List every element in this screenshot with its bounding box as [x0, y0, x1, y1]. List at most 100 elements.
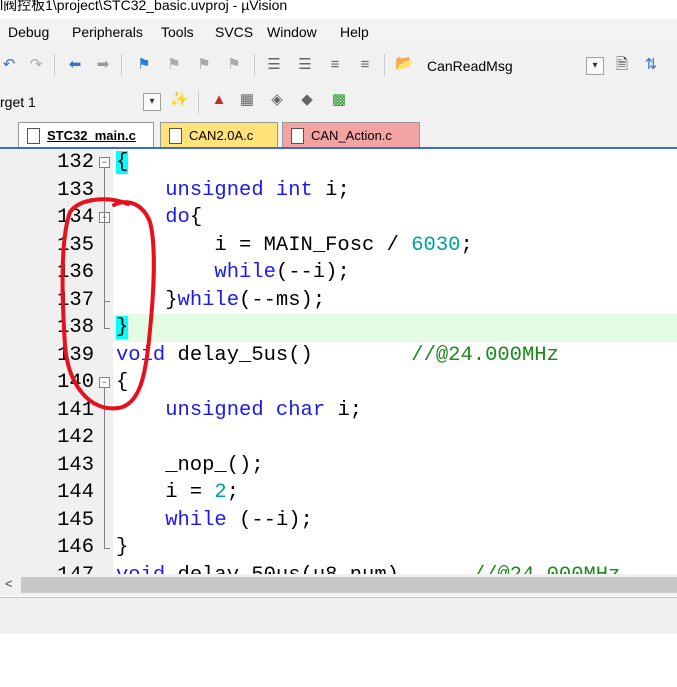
code-line: 137 }while(--ms); — [0, 286, 677, 315]
code-text: void delay_5us() //@24.000MHz — [116, 342, 559, 370]
code-token: i; — [312, 178, 350, 202]
fold-collapse-icon[interactable]: − — [99, 377, 110, 388]
code-line: 133 unsigned int i; — [0, 177, 677, 205]
code-line: 143 _nop_(); — [0, 452, 677, 480]
uncomment-icon[interactable]: ≡ — [356, 56, 374, 74]
toolbar-separator — [54, 54, 55, 76]
code-token: (--i); — [226, 508, 313, 532]
scrollbar-thumb[interactable] — [21, 577, 677, 593]
code-token: unsigned int — [165, 178, 313, 202]
code-line: 138} — [0, 314, 677, 342]
build-toolbar: rget 1 ▾ ✨ ▲ ▦ ◈ ◆ ▩ — [0, 86, 677, 119]
toolbar-separator — [254, 54, 255, 76]
menu-svcs[interactable]: SVCS — [215, 24, 253, 40]
code-token: } — [116, 316, 129, 339]
fold-end-marker — [104, 548, 110, 549]
window-title: l阀控板1\project\STC32_basic.uvproj - µVisi… — [0, 0, 288, 13]
line-number: 145 — [57, 508, 94, 532]
bookmark-toggle-icon[interactable]: ⚑ — [135, 56, 153, 74]
code-token: { — [116, 371, 129, 394]
redo-icon[interactable]: ↷ — [27, 56, 45, 74]
pack-installer-icon[interactable]: ◈ — [268, 91, 286, 109]
unindent-icon[interactable]: ☰ — [296, 56, 314, 74]
menu-debug[interactable]: Debug — [8, 24, 49, 40]
bookmark-prev-icon[interactable]: ⚑ — [165, 56, 183, 74]
line-number: 137 — [57, 288, 94, 312]
code-text: }while(--ms); — [116, 287, 325, 315]
find-icon[interactable]: 🗎 — [613, 56, 631, 74]
code-line: 140−{ — [0, 369, 677, 397]
comment-icon[interactable]: ≡ — [326, 56, 344, 74]
file-icon — [169, 128, 182, 144]
code-text: while(--i); — [116, 259, 350, 287]
code-line: 145 while (--i); — [0, 507, 677, 535]
code-line: 142 — [0, 424, 677, 452]
code-token: ; — [460, 233, 473, 257]
code-token: delay_5us() — [165, 343, 412, 367]
options-wand-icon[interactable]: ✨ — [170, 91, 189, 109]
line-number: 136 — [57, 261, 94, 284]
menu-tools[interactable]: Tools — [161, 24, 194, 40]
select-packs-icon[interactable]: ◆ — [298, 91, 316, 109]
target-combo-dropdown-icon[interactable]: ▾ — [143, 93, 161, 111]
code-token: void — [116, 564, 165, 575]
code-token: { — [189, 206, 203, 229]
scroll-left-icon[interactable]: < — [5, 576, 13, 591]
code-line: 139 void delay_5us() //@24.000MHz — [0, 342, 677, 370]
code-text: unsigned char i; — [116, 397, 362, 425]
horizontal-scrollbar[interactable]: < — [0, 574, 677, 596]
code-editor[interactable]: 132−{133 unsigned int i;134− do{135 i = … — [0, 149, 677, 574]
code-token: ; — [226, 481, 240, 504]
line-number: 140 — [57, 371, 94, 394]
find-in-files-icon[interactable]: 📂 — [395, 55, 414, 73]
code-token: 6030 — [411, 233, 461, 257]
code-line: 135 i = MAIN_Fosc / 6030; — [0, 232, 677, 260]
undo-icon[interactable]: ↶ — [0, 56, 18, 74]
bookmark-clear-icon[interactable]: ⚑ — [225, 56, 243, 74]
code-token: 2 — [214, 481, 227, 504]
file-extensions-icon[interactable]: ▦ — [238, 91, 256, 109]
code-text: { — [116, 369, 128, 397]
tab-can2-0a[interactable]: CAN2.0A.c — [160, 122, 278, 147]
line-number: 134 — [57, 206, 94, 229]
fold-collapse-icon[interactable]: − — [99, 157, 110, 168]
code-token: (--i); — [275, 261, 350, 284]
line-number: 146 — [57, 536, 94, 559]
code-token: while — [165, 508, 227, 532]
fold-guide — [104, 388, 105, 548]
menu-help[interactable]: Help — [340, 24, 369, 40]
output-panel-header — [0, 597, 677, 635]
manage-components-icon[interactable]: ▲ — [210, 91, 228, 109]
find-combo[interactable]: CanReadMsg — [427, 58, 513, 74]
current-line-highlight — [113, 314, 677, 342]
code-token: { — [116, 151, 129, 174]
code-token: i = MAIN_Fosc / — [116, 233, 412, 257]
bookmark-next-icon[interactable]: ⚑ — [195, 56, 213, 74]
code-line: 132−{ — [0, 149, 677, 177]
code-token: while — [177, 288, 240, 312]
navigate-forward-icon[interactable]: ➡ — [94, 56, 112, 74]
file-icon — [27, 128, 40, 144]
target-combo[interactable]: rget 1 — [0, 94, 36, 110]
code-token: delay_50us(u8 num) — [165, 564, 473, 575]
line-number: 138 — [57, 316, 94, 339]
code-text: } — [116, 534, 128, 562]
indent-icon[interactable]: ☰ — [265, 56, 283, 74]
tab-stc32-main[interactable]: STC32_main.c — [18, 122, 154, 147]
menu-peripherals[interactable]: Peripherals — [72, 24, 143, 40]
navigate-back-icon[interactable]: ⬅ — [66, 56, 84, 74]
rte-config-icon[interactable]: ▩ — [330, 91, 348, 109]
code-text: _nop_(); — [116, 452, 263, 480]
code-line: 141 unsigned char i; — [0, 397, 677, 425]
menu-window[interactable]: Window — [267, 24, 317, 40]
find-combo-dropdown-icon[interactable]: ▾ — [586, 57, 604, 75]
incremental-find-icon[interactable]: ⇅ — [642, 56, 660, 74]
tab-can-action[interactable]: CAN_Action.c — [282, 122, 420, 147]
code-line: 136 while(--i); — [0, 259, 677, 287]
code-token: } — [116, 288, 178, 312]
toolbar-separator — [384, 54, 385, 76]
